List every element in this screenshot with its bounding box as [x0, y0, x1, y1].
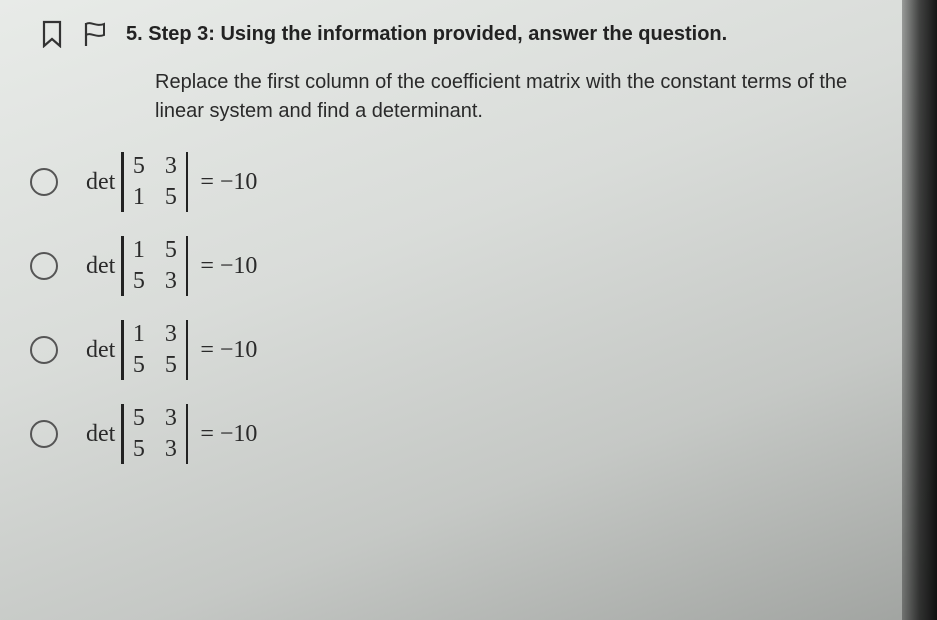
radio-option-3[interactable] [30, 336, 58, 364]
option-expression: det 5 3 5 3 = −10 [86, 403, 257, 465]
bar-left [121, 152, 124, 212]
bar-right [186, 320, 189, 380]
cell: 5 [131, 436, 147, 463]
result: = −10 [200, 337, 257, 364]
matrix-grid: 1 5 5 3 [129, 235, 181, 297]
matrix-grid: 5 3 5 3 [129, 403, 181, 465]
bookmark-icon[interactable] [40, 20, 64, 48]
question-title: 5. Step 3: Using the information provide… [126, 23, 727, 46]
bar-left [121, 236, 124, 296]
options-list: det 5 3 1 5 = −10 det [30, 151, 877, 465]
matrix-grid: 5 3 1 5 [129, 151, 181, 213]
cell: 5 [163, 352, 179, 379]
bar-right [186, 152, 189, 212]
cell: 3 [163, 405, 179, 432]
cell: 5 [131, 153, 147, 180]
result: = −10 [200, 169, 257, 196]
option-expression: det 1 5 5 3 = −10 [86, 235, 257, 297]
result: = −10 [200, 253, 257, 280]
radio-option-2[interactable] [30, 252, 58, 280]
option-row[interactable]: det 5 3 1 5 = −10 [30, 151, 877, 213]
question-instruction: Replace the first column of the coeffici… [155, 68, 877, 126]
question-step-title: Step 3: Using the information provided, … [148, 23, 727, 45]
matrix-delimiter: 1 5 5 3 [121, 235, 188, 297]
option-row[interactable]: det 1 5 5 3 = −10 [30, 235, 877, 297]
result: = −10 [200, 421, 257, 448]
matrix-delimiter: 5 3 1 5 [121, 151, 188, 213]
bar-left [121, 404, 124, 464]
cell: 5 [131, 405, 147, 432]
flag-icon[interactable] [82, 20, 108, 48]
cell: 5 [131, 352, 147, 379]
bar-right [186, 404, 189, 464]
det-label: det [86, 337, 115, 364]
option-expression: det 5 3 1 5 = −10 [86, 151, 257, 213]
matrix-delimiter: 5 3 5 3 [121, 403, 188, 465]
cell: 1 [131, 184, 147, 211]
option-row[interactable]: det 5 3 5 3 = −10 [30, 403, 877, 465]
option-row[interactable]: det 1 3 5 5 = −10 [30, 319, 877, 381]
option-expression: det 1 3 5 5 = −10 [86, 319, 257, 381]
cell: 5 [163, 184, 179, 211]
cell: 1 [131, 237, 147, 264]
matrix-delimiter: 1 3 5 5 [121, 319, 188, 381]
cell: 3 [163, 153, 179, 180]
cell: 1 [131, 321, 147, 348]
det-label: det [86, 169, 115, 196]
cell: 3 [163, 436, 179, 463]
cell: 3 [163, 321, 179, 348]
question-number: 5. [126, 23, 143, 45]
cell: 3 [163, 268, 179, 295]
det-label: det [86, 253, 115, 280]
cell: 5 [131, 268, 147, 295]
screen-edge-shadow [902, 0, 937, 620]
matrix-grid: 1 3 5 5 [129, 319, 181, 381]
bar-right [186, 236, 189, 296]
question-header: 5. Step 3: Using the information provide… [25, 20, 877, 48]
radio-option-1[interactable] [30, 168, 58, 196]
radio-option-4[interactable] [30, 420, 58, 448]
bar-left [121, 320, 124, 380]
det-label: det [86, 421, 115, 448]
cell: 5 [163, 237, 179, 264]
